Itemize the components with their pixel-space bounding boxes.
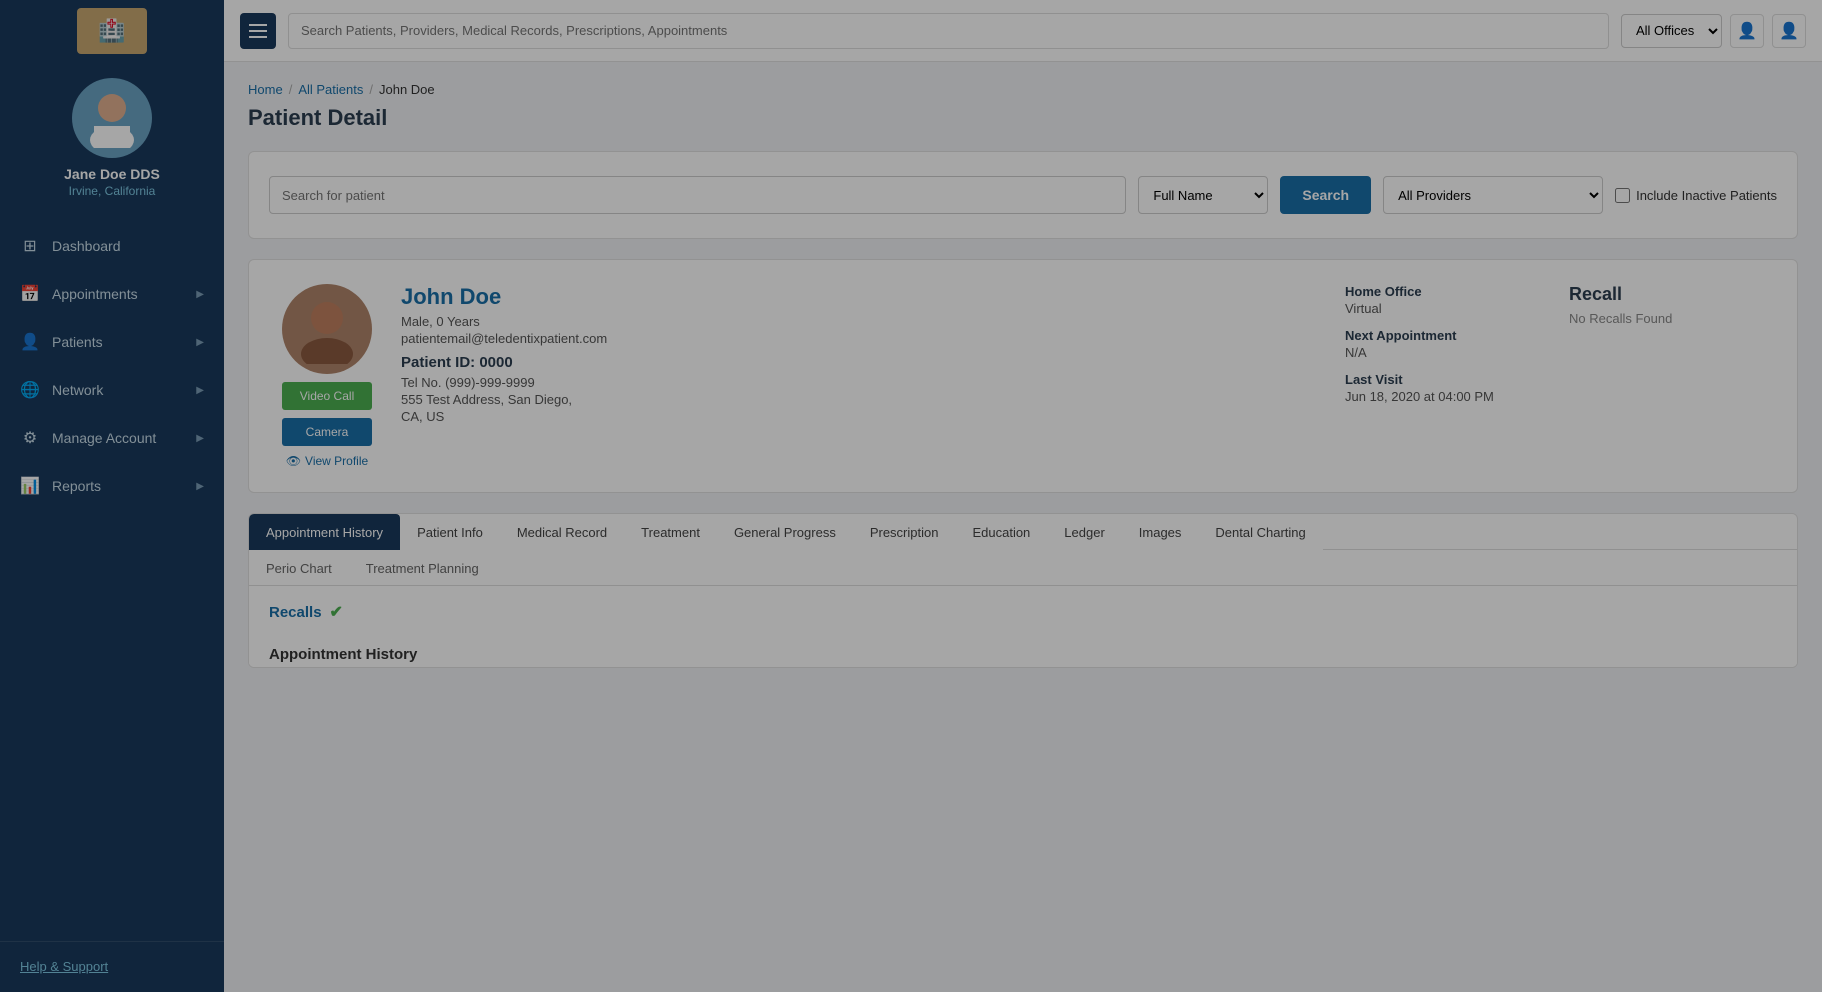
modal-overlay <box>0 0 1822 992</box>
